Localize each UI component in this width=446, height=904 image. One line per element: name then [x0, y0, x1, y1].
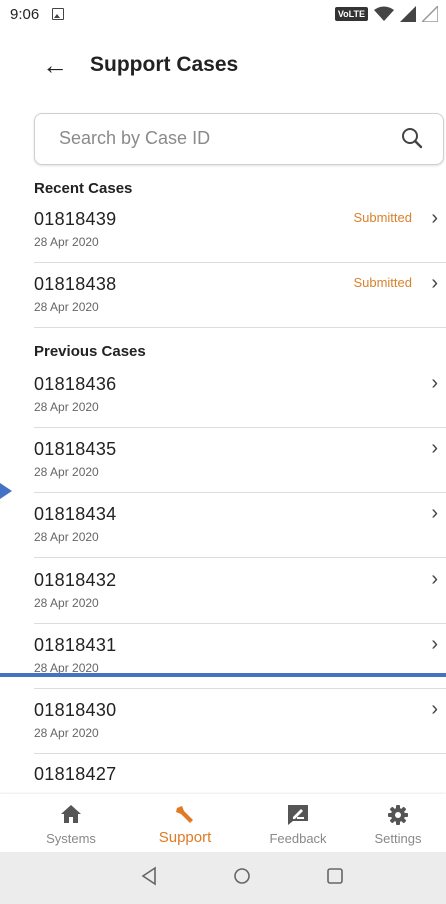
- search-input[interactable]: [59, 128, 359, 149]
- case-id: 01818436: [34, 374, 117, 394]
- case-id: 01818439: [34, 209, 117, 229]
- case-id: 01818434: [34, 504, 117, 524]
- recents-square-icon[interactable]: [325, 866, 345, 886]
- chevron-right-icon: ›: [431, 698, 438, 720]
- recent-cases-header: Recent Cases: [34, 180, 133, 197]
- annotation-line: [0, 673, 446, 677]
- nav-item-systems[interactable]: Systems: [16, 794, 126, 852]
- chevron-right-icon: ›: [431, 502, 438, 524]
- nav-item-support[interactable]: Support: [130, 794, 240, 852]
- case-date: 28 Apr 2020: [34, 400, 99, 414]
- case-row[interactable]: 01818430 28 Apr 2020 ›: [34, 690, 446, 754]
- case-id: 01818427: [34, 764, 117, 784]
- chevron-right-icon: ›: [431, 372, 438, 394]
- page-title: Support Cases: [90, 53, 239, 76]
- wifi-icon: [374, 6, 394, 21]
- chevron-right-icon: ›: [431, 207, 438, 229]
- case-row[interactable]: 01818432 28 Apr 2020 ›: [34, 560, 446, 624]
- case-id: 01818431: [34, 635, 117, 655]
- annotation-arrow: [0, 483, 12, 499]
- case-id: 01818435: [34, 439, 117, 459]
- case-row[interactable]: 01818438 28 Apr 2020 Submitted ›: [34, 264, 446, 328]
- feedback-icon: [288, 805, 308, 825]
- back-arrow-icon[interactable]: ←: [42, 50, 68, 81]
- case-row[interactable]: 01818434 28 Apr 2020 ›: [34, 494, 446, 558]
- search-icon[interactable]: [401, 127, 423, 149]
- case-row[interactable]: 01818435 28 Apr 2020 ›: [34, 429, 446, 493]
- nav-item-settings[interactable]: Settings: [343, 794, 446, 852]
- case-date: 28 Apr 2020: [34, 235, 99, 249]
- nav-label: Systems: [46, 831, 96, 846]
- back-triangle-icon[interactable]: [140, 866, 158, 886]
- case-date: 28 Apr 2020: [34, 300, 99, 314]
- home-circle-icon[interactable]: [232, 866, 252, 886]
- case-row[interactable]: 01818439 28 Apr 2020 Submitted ›: [34, 199, 446, 263]
- wrench-icon: [176, 806, 193, 823]
- bottom-nav: Systems Support Feedback Settings: [0, 794, 446, 852]
- image-notification-icon: [52, 8, 64, 20]
- status-bar: 9:06 VoLTE: [0, 0, 446, 32]
- case-row[interactable]: 01818431 28 Apr 2020 ›: [34, 625, 446, 689]
- status-badge: Submitted: [353, 210, 412, 225]
- status-time: 9:06: [10, 6, 40, 23]
- nav-item-feedback[interactable]: Feedback: [243, 794, 353, 852]
- chevron-right-icon: ›: [431, 633, 438, 655]
- case-row[interactable]: 01818436 28 Apr 2020 ›: [34, 364, 446, 428]
- app-header: ← Support Cases: [0, 40, 446, 96]
- chevron-right-icon: ›: [431, 568, 438, 590]
- status-icons: VoLTE: [334, 5, 438, 23]
- case-date: 28 Apr 2020: [34, 530, 99, 544]
- previous-cases-header: Previous Cases: [34, 343, 146, 360]
- case-date: 28 Apr 2020: [34, 596, 99, 610]
- signal-empty-icon: [422, 6, 438, 22]
- chevron-right-icon: ›: [431, 272, 438, 294]
- case-date: 28 Apr 2020: [34, 726, 99, 740]
- signal-icon: [400, 6, 416, 22]
- case-date: 28 Apr 2020: [34, 465, 99, 479]
- nav-label: Feedback: [269, 831, 327, 846]
- home-icon: [61, 805, 81, 823]
- chevron-right-icon: ›: [431, 437, 438, 459]
- case-id: 01818432: [34, 570, 117, 590]
- volte-badge: VoLTE: [334, 7, 368, 21]
- case-id: 01818438: [34, 274, 117, 294]
- system-nav-bar: [0, 852, 446, 904]
- case-id: 01818430: [34, 700, 117, 720]
- gear-icon: [388, 805, 408, 825]
- nav-label: Support: [158, 829, 212, 846]
- status-badge: Submitted: [353, 275, 412, 290]
- search-box[interactable]: [34, 113, 444, 165]
- nav-label: Settings: [374, 831, 422, 846]
